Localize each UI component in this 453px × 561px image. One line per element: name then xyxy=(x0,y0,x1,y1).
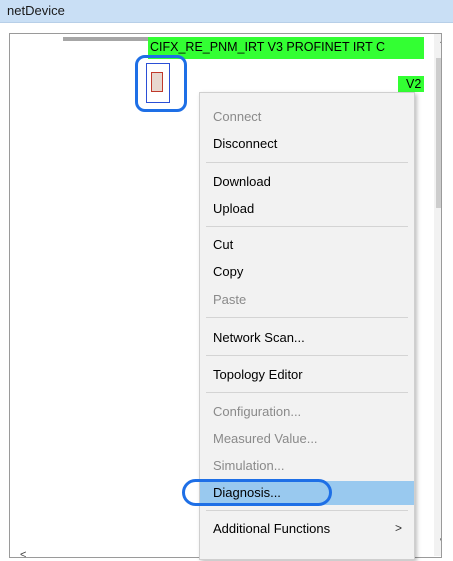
menu-item-paste[interactable]: Paste xyxy=(200,288,414,312)
scroll-thumb[interactable] xyxy=(436,58,441,208)
menu-item-upload[interactable]: Upload xyxy=(200,197,414,221)
menu-item-cut[interactable]: Cut xyxy=(200,233,414,257)
vertical-scrollbar[interactable]: ^ v xyxy=(434,34,441,556)
menu-separator xyxy=(206,355,408,356)
window-title: netDevice xyxy=(7,3,65,18)
device-label[interactable]: CIFX_RE_PNM_IRT V3 PROFINET IRT C xyxy=(150,40,385,54)
menu-separator xyxy=(206,317,408,318)
device-label-fragment: V2 xyxy=(406,77,422,91)
menu-item-configuration[interactable]: Configuration... xyxy=(200,400,414,424)
bus-line xyxy=(63,37,148,41)
menu-separator xyxy=(206,510,408,511)
submenu-arrow-icon: > xyxy=(395,521,403,535)
annotation-highlight-device xyxy=(135,55,187,112)
menu-item-topology-editor[interactable]: Topology Editor xyxy=(200,363,414,387)
menu-item-simulation[interactable]: Simulation... xyxy=(200,454,414,478)
menu-item-disconnect[interactable]: Disconnect xyxy=(200,132,414,156)
menu-separator xyxy=(206,392,408,393)
menu-separator xyxy=(206,226,408,227)
menu-item-network-scan[interactable]: Network Scan... xyxy=(200,326,414,350)
menu-item-connect[interactable]: Connect xyxy=(200,105,414,129)
scroll-down-icon[interactable]: v xyxy=(437,534,441,550)
scroll-left-icon[interactable]: < xyxy=(20,549,26,561)
menu-item-additional-functions[interactable]: Additional Functions > xyxy=(200,517,414,541)
menu-separator xyxy=(206,162,408,163)
menu-item-download[interactable]: Download xyxy=(200,170,414,194)
menu-item-copy[interactable]: Copy xyxy=(200,260,414,284)
menu-item-measured-value[interactable]: Measured Value... xyxy=(200,427,414,451)
annotation-highlight-diagnosis xyxy=(182,479,332,506)
scroll-up-icon[interactable]: ^ xyxy=(437,36,441,52)
title-bar: netDevice xyxy=(0,0,453,23)
